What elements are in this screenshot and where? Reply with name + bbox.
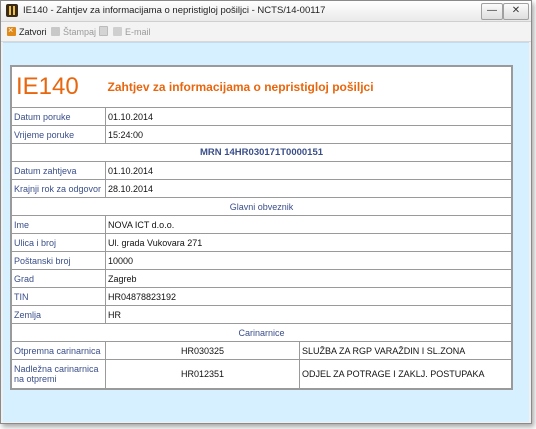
table-row: Poštanski broj 10000	[11, 251, 512, 270]
field-value: 28.10.2014	[105, 179, 512, 198]
office-code: HR030325	[105, 341, 300, 360]
field-label: Otpremna carinarnica	[11, 341, 106, 360]
table-row: Vrijeme poruke 15:24:00	[11, 125, 512, 144]
table-row: Datum poruke 01.10.2014	[11, 107, 512, 126]
title-bar[interactable]: IE140 - Zahtjev za informacijama o nepri…	[1, 1, 531, 22]
field-label: Nadležna carinarnica na otpremi	[11, 359, 106, 389]
mrn-value: MRN 14HR030171T0000151	[11, 143, 512, 162]
field-label: Zemlja	[11, 305, 106, 324]
message-code: IE140	[11, 66, 106, 108]
table-row: Datum zahtjeva 01.10.2014	[11, 161, 512, 180]
minimize-button[interactable]: —	[481, 3, 503, 20]
window-title: IE140 - Zahtjev za informacijama o nepri…	[23, 5, 326, 16]
document-header-row: IE140 Zahtjev za informacijama o neprist…	[11, 66, 512, 108]
field-label: Ime	[11, 215, 106, 234]
app-window: IE140 - Zahtjev za informacijama o nepri…	[0, 0, 532, 424]
email-button[interactable]: E-mail	[113, 26, 151, 38]
table-row: Zemlja HR	[11, 305, 512, 324]
field-value: HR	[105, 305, 512, 324]
table-row: Ime NOVA ICT d.o.o.	[11, 215, 512, 234]
field-value: 01.10.2014	[105, 107, 512, 126]
field-value: HR04878823192	[105, 287, 512, 306]
zatvori-button[interactable]: Zatvori	[7, 24, 47, 38]
table-row: Nadležna carinarnica na otpremi HR012351…	[11, 359, 512, 389]
close-window-button[interactable]: ✕	[503, 3, 529, 20]
toolbar: Zatvori Štampaj E-mail	[1, 22, 531, 42]
pdf-icon	[99, 26, 108, 36]
table-row: Ulica i broj Ul. grada Vukovara 271	[11, 233, 512, 252]
document-heading: Zahtjev za informacijama o nepristigloj …	[105, 66, 512, 108]
field-value: 10000	[105, 251, 512, 270]
content-area[interactable]: IE140 Zahtjev za informacijama o neprist…	[3, 42, 529, 422]
field-label: Poštanski broj	[11, 251, 106, 270]
mail-icon	[113, 27, 122, 36]
field-label: Vrijeme poruke	[11, 125, 106, 144]
field-label: Datum poruke	[11, 107, 106, 126]
document-table: IE140 Zahtjev za informacijama o neprist…	[11, 66, 512, 389]
ie140-document: IE140 Zahtjev za informacijama o neprist…	[10, 65, 513, 390]
email-label: E-mail	[125, 27, 151, 37]
customs-section-title: Carinarnice	[11, 323, 512, 342]
field-value: Zagreb	[105, 269, 512, 288]
field-label: Grad	[11, 269, 106, 288]
office-name: SLUŽBA ZA RGP VARAŽDIN I SL.ZONA	[299, 341, 512, 360]
table-row: TIN HR04878823192	[11, 287, 512, 306]
pdf-button[interactable]	[99, 26, 111, 38]
office-name: ODJEL ZA POTRAGE I ZAKLJ. POSTUPAKA	[299, 359, 512, 389]
section-row: Glavni obveznik	[11, 197, 512, 216]
stampaj-button[interactable]: Štampaj	[51, 26, 96, 38]
stampaj-label: Štampaj	[63, 27, 97, 37]
field-label: Krajnji rok za odgovor	[11, 179, 106, 198]
table-row: Grad Zagreb	[11, 269, 512, 288]
table-row: Krajnji rok za odgovor 28.10.2014	[11, 179, 512, 198]
field-label: Datum zahtjeva	[11, 161, 106, 180]
mrn-row: MRN 14HR030171T0000151	[11, 143, 512, 162]
field-label: Ulica i broj	[11, 233, 106, 252]
app-icon	[6, 4, 18, 17]
field-value: 15:24:00	[105, 125, 512, 144]
field-value: NOVA ICT d.o.o.	[105, 215, 512, 234]
office-code: HR012351	[105, 359, 300, 389]
section-row: Carinarnice	[11, 323, 512, 342]
zatvori-label: Zatvori	[19, 27, 47, 37]
field-label: TIN	[11, 287, 106, 306]
field-value: 01.10.2014	[105, 161, 512, 180]
close-icon	[7, 24, 16, 36]
principal-section-title: Glavni obveznik	[11, 197, 512, 216]
table-row: Otpremna carinarnica HR030325 SLUŽBA ZA …	[11, 341, 512, 360]
print-icon	[51, 27, 60, 36]
field-value: Ul. grada Vukovara 271	[105, 233, 512, 252]
